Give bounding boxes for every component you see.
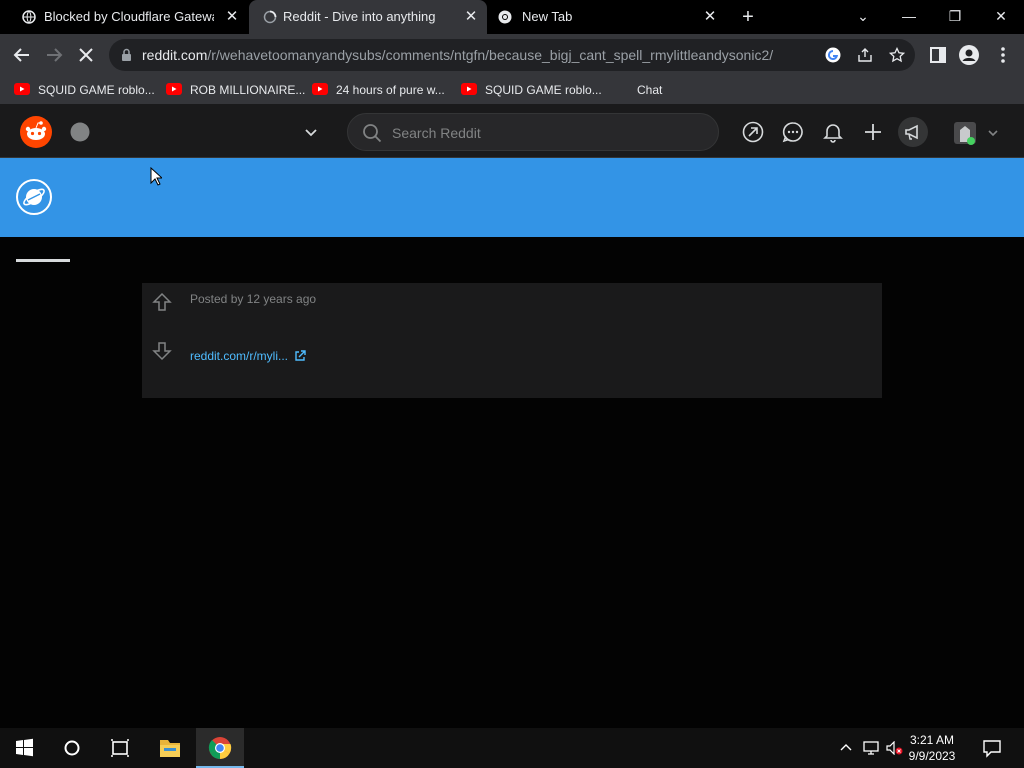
user-avatar-icon bbox=[954, 122, 976, 145]
downvote-arrow-icon[interactable] bbox=[152, 341, 172, 361]
community-planet-icon[interactable] bbox=[16, 179, 52, 215]
advertise-button[interactable] bbox=[898, 117, 928, 147]
restore-icon[interactable]: ❐ bbox=[945, 6, 965, 26]
search-icon bbox=[363, 124, 382, 143]
taskbar-clock[interactable]: 3:21 AM 9/9/2023 bbox=[902, 732, 962, 764]
url-path: /r/wehavetoomanyandysubs/comments/ntgfn/… bbox=[207, 47, 774, 63]
tab-title: Reddit - Dive into anything bbox=[283, 9, 436, 24]
bookmark-label: 24 hours of pure w... bbox=[336, 83, 445, 97]
clock-date: 9/9/2023 bbox=[908, 749, 956, 763]
tab-newtab[interactable]: New Tab ✕ bbox=[488, 0, 728, 34]
tab-strip: Blocked by Cloudflare Gateway ✕ Reddit -… bbox=[0, 0, 1024, 34]
reddit-logo-icon[interactable] bbox=[20, 116, 52, 148]
url-text[interactable]: reddit.com/r/wehavetoomanyandysubs/comme… bbox=[142, 47, 773, 63]
loading-globe-icon bbox=[263, 10, 277, 24]
mouse-cursor-icon bbox=[150, 167, 162, 186]
bookmark-label: SQUID GAME roblo... bbox=[485, 83, 602, 97]
windows-taskbar: 3:21 AM 9/9/2023 bbox=[0, 728, 1024, 768]
search-input[interactable]: Search Reddit bbox=[347, 113, 719, 151]
bookmark-label: ROB MILLIONAIRE... bbox=[190, 83, 306, 97]
network-icon[interactable] bbox=[862, 741, 880, 755]
bookmark-label: Chat bbox=[637, 83, 663, 97]
community-avatar-icon bbox=[70, 122, 90, 142]
bookmarks-bar: SQUID GAME roblo... ROB MILLIONAIRE... 2… bbox=[0, 76, 1024, 104]
minimize-icon[interactable]: — bbox=[899, 6, 919, 26]
globe-icon bbox=[22, 10, 36, 24]
upvote-arrow-icon[interactable] bbox=[152, 292, 172, 312]
browser-toolbar: reddit.com/r/wehavetoomanyandysubs/comme… bbox=[0, 34, 1024, 76]
create-post-plus-icon[interactable] bbox=[862, 121, 884, 143]
tab-search-chevron-icon[interactable]: ⌄ bbox=[853, 6, 873, 26]
profile-avatar-icon[interactable] bbox=[959, 45, 979, 65]
address-bar[interactable]: reddit.com/r/wehavetoomanyandysubs/comme… bbox=[109, 39, 915, 71]
chrome-taskbar-button[interactable] bbox=[196, 728, 244, 768]
bookmark-label: SQUID GAME roblo... bbox=[38, 83, 155, 97]
chrome-icon bbox=[208, 737, 232, 759]
post-link-text: reddit.com/r/myli... bbox=[190, 349, 289, 363]
youtube-icon bbox=[312, 83, 328, 95]
youtube-icon bbox=[166, 83, 182, 95]
new-tab-plus-icon[interactable]: + bbox=[739, 7, 757, 27]
notification-bell-icon[interactable] bbox=[822, 121, 844, 143]
action-center-icon[interactable] bbox=[982, 738, 1002, 758]
post-card[interactable]: Posted by 12 years ago reddit.com/r/myli… bbox=[142, 283, 882, 398]
tab-close-icon[interactable]: ✕ bbox=[702, 9, 718, 25]
share-icon[interactable] bbox=[857, 47, 873, 63]
back-arrow-icon[interactable] bbox=[12, 45, 32, 65]
cortana-search-icon[interactable] bbox=[48, 728, 96, 768]
tray-chevron-up-icon[interactable] bbox=[839, 741, 853, 755]
tab-reddit[interactable]: Reddit - Dive into anything ✕ bbox=[249, 0, 487, 34]
forward-arrow-icon[interactable] bbox=[44, 45, 64, 65]
stop-loading-icon[interactable] bbox=[76, 45, 96, 65]
task-view-icon[interactable] bbox=[96, 728, 144, 768]
megaphone-icon bbox=[905, 124, 918, 140]
post-meta: Posted by 12 years ago bbox=[190, 292, 317, 306]
youtube-icon bbox=[14, 83, 30, 95]
windows-start-icon[interactable] bbox=[0, 728, 48, 768]
chevron-down-icon bbox=[988, 130, 998, 137]
popular-arrow-icon[interactable] bbox=[742, 121, 764, 143]
youtube-icon bbox=[461, 83, 477, 95]
url-host: reddit.com bbox=[142, 47, 208, 63]
tab-cloudflare[interactable]: Blocked by Cloudflare Gateway ✕ bbox=[0, 0, 248, 34]
file-explorer-icon[interactable] bbox=[146, 728, 194, 768]
posts-tab-indicator[interactable] bbox=[16, 259, 70, 262]
tab-close-icon[interactable]: ✕ bbox=[463, 9, 479, 25]
chevron-down-icon bbox=[305, 129, 317, 137]
chat-icon[interactable] bbox=[782, 121, 804, 143]
post-link[interactable]: reddit.com/r/myli... bbox=[190, 349, 306, 363]
more-menu-icon[interactable] bbox=[993, 45, 1013, 65]
tab-title: New Tab bbox=[522, 9, 573, 24]
bookmark-star-icon[interactable] bbox=[889, 47, 905, 63]
clock-time: 3:21 AM bbox=[909, 733, 955, 747]
tab-title: Blocked by Cloudflare Gateway bbox=[44, 9, 214, 24]
community-dropdown[interactable] bbox=[70, 118, 324, 146]
close-window-icon[interactable]: ✕ bbox=[991, 6, 1011, 26]
tab-close-icon[interactable]: ✕ bbox=[224, 9, 240, 25]
user-menu[interactable] bbox=[952, 118, 1002, 146]
reddit-header: Search Reddit bbox=[0, 104, 1024, 158]
lock-icon[interactable] bbox=[121, 48, 132, 62]
side-panel-icon[interactable] bbox=[928, 45, 948, 65]
external-link-icon bbox=[295, 350, 306, 361]
search-placeholder: Search Reddit bbox=[392, 125, 481, 141]
chrome-icon bbox=[498, 10, 512, 24]
google-icon[interactable] bbox=[825, 47, 841, 63]
